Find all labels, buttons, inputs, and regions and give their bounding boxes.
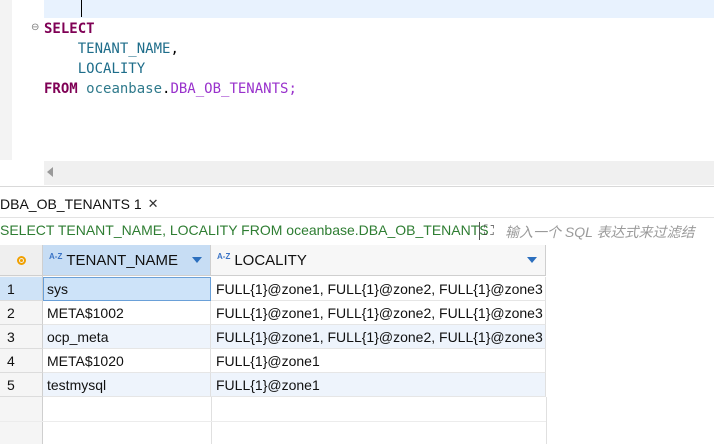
table-row[interactable]: 5 testmysql FULL{1}@zone1 — [0, 373, 546, 397]
sort-az-icon[interactable]: A-Z — [49, 252, 62, 261]
editor-gutter — [0, 0, 12, 160]
row-number[interactable]: 1 — [0, 277, 43, 301]
select-all-icon[interactable] — [16, 255, 26, 265]
table-name: DBA_OB_TENANTS — [170, 81, 289, 97]
cell-tenant-name[interactable]: ocp_meta — [43, 325, 211, 349]
sql-editor[interactable]: ⊖ SELECT TENANT_NAME, LOCALITY FROM ocea… — [0, 0, 714, 186]
column-header-label: TENANT_NAME — [66, 251, 179, 269]
text-cursor — [81, 0, 82, 17]
filter-divider — [479, 222, 480, 240]
cell-tenant-name[interactable]: sys — [43, 277, 211, 301]
semicolon: ; — [288, 81, 297, 97]
row-number[interactable]: 4 — [0, 349, 43, 373]
cell-tenant-name[interactable]: META$1020 — [43, 349, 211, 373]
cell-locality[interactable]: FULL{1}@zone1 — [211, 349, 546, 373]
scroll-left-arrow-icon[interactable] — [47, 167, 53, 177]
cell-locality[interactable]: FULL{1}@zone1 — [211, 373, 546, 397]
filter-input[interactable]: 输入一个 SQL 表达式来过滤结 — [505, 222, 695, 242]
cell-tenant-name[interactable]: testmysql — [43, 373, 211, 397]
table-row[interactable]: 1 sys FULL{1}@zone1, FULL{1}@zone2, FULL… — [0, 277, 546, 301]
cell-locality[interactable]: FULL{1}@zone1, FULL{1}@zone2, FULL{1}@zo… — [211, 277, 546, 301]
schema-name: oceanbase — [86, 81, 163, 97]
horizontal-scrollbar[interactable] — [44, 161, 714, 185]
table-row[interactable]: 4 META$1020 FULL{1}@zone1 — [0, 349, 546, 373]
fold-collapse-icon[interactable]: ⊖ — [31, 22, 39, 33]
current-line-highlight — [44, 0, 714, 18]
chevron-down-icon[interactable] — [527, 257, 537, 263]
column-tenant-name: TENANT_NAME — [77, 41, 171, 57]
empty-row-line — [0, 421, 546, 422]
keyword-from: FROM — [44, 81, 78, 97]
code-line-3[interactable]: LOCALITY — [44, 59, 145, 79]
row-number[interactable]: 3 — [0, 325, 43, 349]
code-line-2[interactable]: TENANT_NAME, — [44, 39, 179, 59]
filter-bar: SELECT TENANT_NAME, LOCALITY FROM oceanb… — [0, 218, 714, 244]
cell-locality[interactable]: FULL{1}@zone1, FULL{1}@zone2, FULL{1}@zo… — [211, 301, 546, 325]
row-number[interactable]: 2 — [0, 301, 43, 325]
cell-locality[interactable]: FULL{1}@zone1, FULL{1}@zone2, FULL{1}@zo… — [211, 325, 546, 349]
executed-query-text: SELECT TENANT_NAME, LOCALITY FROM oceanb… — [0, 222, 489, 238]
row-number[interactable]: 5 — [0, 373, 43, 397]
column-locality: LOCALITY — [77, 61, 146, 77]
tab-dba-ob-tenants[interactable]: DBA_OB_TENANTS 1 ✕ — [0, 191, 163, 217]
expand-icon[interactable]: ⛶ — [484, 222, 494, 239]
code-line-1[interactable]: SELECT — [44, 19, 95, 39]
column-header-label: LOCALITY — [234, 251, 307, 269]
grid-corner[interactable] — [0, 245, 43, 276]
code-line-4[interactable]: FROM oceanbase.DBA_OB_TENANTS; — [44, 79, 297, 99]
column-header-tenant-name[interactable]: A-Z TENANT_NAME — [43, 245, 211, 276]
table-row[interactable]: 2 META$1002 FULL{1}@zone1, FULL{1}@zone2… — [0, 301, 546, 325]
keyword-select: SELECT — [44, 21, 95, 37]
close-icon[interactable]: ✕ — [148, 196, 159, 212]
sort-az-icon[interactable]: A-Z — [217, 252, 230, 261]
results-grid[interactable]: A-Z TENANT_NAME A-Z LOCALITY 1 sys FULL{… — [0, 245, 714, 444]
column-header-locality[interactable]: A-Z LOCALITY — [211, 245, 546, 276]
cell-tenant-name[interactable]: META$1002 — [43, 301, 211, 325]
table-row[interactable]: 3 ocp_meta FULL{1}@zone1, FULL{1}@zone2,… — [0, 325, 546, 349]
results-tab-bar: DBA_OB_TENANTS 1 ✕ — [0, 187, 714, 218]
chevron-down-icon[interactable] — [192, 257, 202, 263]
comma: , — [170, 41, 179, 57]
tab-label: DBA_OB_TENANTS 1 — [0, 196, 142, 212]
